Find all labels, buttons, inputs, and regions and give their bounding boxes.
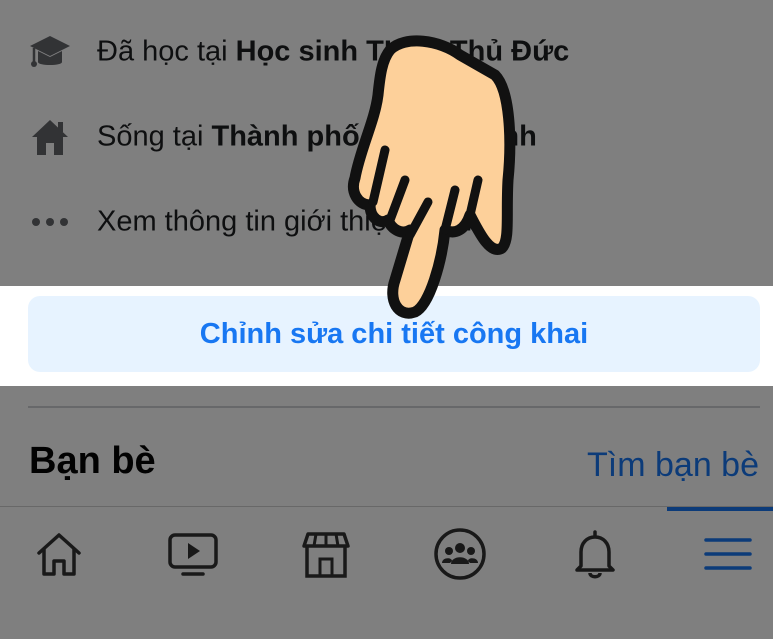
tab-marketplace[interactable]	[291, 521, 361, 591]
home-icon	[26, 113, 74, 161]
profile-screen: Đã học tại Học sinh THPT Thủ Đức Sống tạ…	[0, 0, 773, 640]
home-icon	[31, 526, 87, 587]
see-about-text: Xem thông tin giới thiệu của bạn	[97, 205, 515, 238]
education-row[interactable]: Đã học tại Học sinh THPT Thủ Đức	[0, 12, 773, 92]
groups-icon	[432, 526, 488, 587]
education-prefix: Đã học tại	[97, 35, 236, 68]
notifications-icon	[567, 526, 623, 587]
friends-section-title: Bạn bè	[29, 440, 156, 482]
tab-home[interactable]	[24, 521, 94, 591]
graduation-cap-icon	[26, 28, 74, 76]
residence-row[interactable]: Sống tại Thành phố Hồ Chí Minh	[0, 97, 773, 177]
residence-place: Thành phố Hồ Chí Minh	[211, 120, 537, 153]
active-tab-indicator	[667, 507, 773, 511]
see-about-row[interactable]: Xem thông tin giới thiệu của bạn	[0, 182, 773, 262]
residence-prefix: Sống tại	[97, 120, 212, 153]
watch-icon	[165, 526, 221, 587]
edit-public-details-button[interactable]: Chỉnh sửa chi tiết công khai	[28, 296, 760, 372]
tab-watch[interactable]	[158, 521, 228, 591]
section-divider	[28, 406, 760, 408]
bottom-tab-bar	[0, 506, 773, 640]
marketplace-icon	[298, 526, 354, 587]
education-place: Học sinh THPT Thủ Đức	[235, 35, 570, 68]
tab-groups[interactable]	[425, 521, 495, 591]
residence-text: Sống tại Thành phố Hồ Chí Minh	[97, 121, 537, 154]
more-dots-icon	[26, 198, 74, 246]
education-text: Đã học tại Học sinh THPT Thủ Đức	[97, 36, 569, 69]
menu-icon	[700, 526, 756, 587]
find-friends-link[interactable]: Tìm bạn bè	[587, 446, 759, 485]
tab-menu[interactable]	[693, 521, 763, 591]
tab-notifications[interactable]	[560, 521, 630, 591]
